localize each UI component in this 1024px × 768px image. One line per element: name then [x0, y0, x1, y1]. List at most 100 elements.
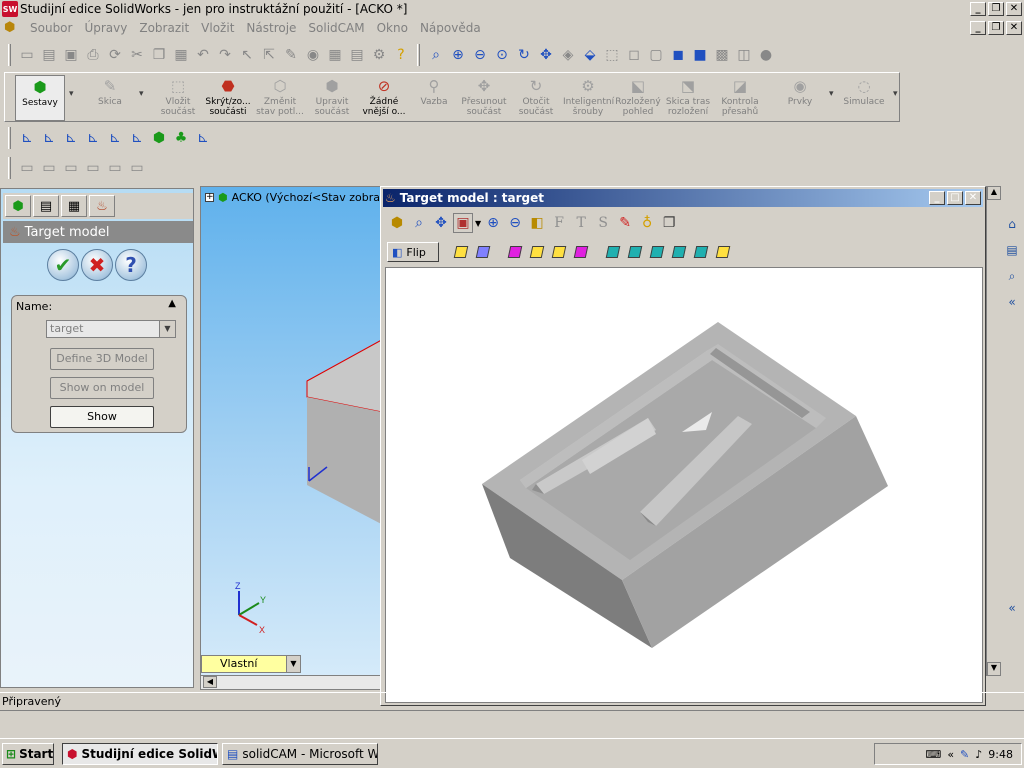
menu-soubor[interactable]: Soubor [24, 21, 78, 35]
cmd-button-2[interactable]: ⬚ Vložit součást [153, 75, 203, 121]
show-on-model-button[interactable]: Show on model [50, 377, 154, 399]
help-icon[interactable]: ? [391, 45, 411, 65]
configuration-tab-icon[interactable]: ▦ [61, 195, 87, 217]
tray-tool-icon[interactable]: ✎ [960, 748, 969, 761]
toolbar-grip-3[interactable] [8, 157, 11, 179]
yellow-cube-icon-3[interactable] [715, 246, 731, 258]
show-button[interactable]: Show [50, 406, 154, 428]
doc-close-button[interactable]: ✕ [1006, 21, 1022, 35]
magenta-cube-icon-1[interactable] [507, 246, 523, 258]
rebuild-icon[interactable]: ⟳ [105, 45, 125, 65]
layer-icon-6[interactable]: ▭ [127, 158, 147, 178]
target-maximize-button[interactable]: □ [947, 191, 963, 205]
green-cube-icon[interactable]: ⬢ [149, 128, 169, 148]
target-model-3d-view[interactable] [386, 268, 982, 702]
table-icon[interactable]: ▤ [347, 45, 367, 65]
toolbar-grip[interactable] [8, 44, 11, 66]
axis-zx-icon[interactable]: ⊾ [39, 128, 59, 148]
select-icon[interactable]: ↖ [237, 45, 257, 65]
section-view-icon[interactable]: ◫ [734, 45, 754, 65]
yellow-magenta-cube-icon[interactable] [529, 246, 545, 258]
top-view-icon[interactable]: T [571, 213, 591, 233]
axis-xz-icon[interactable]: ⊾ [17, 128, 37, 148]
cmd-dropdown-chevron-icon[interactable]: ▾ [829, 89, 834, 99]
color-picker-icon[interactable]: ✎ [615, 213, 635, 233]
menu-nastroje[interactable]: Nástroje [240, 21, 302, 35]
menu-napoveda[interactable]: Nápověda [414, 21, 487, 35]
cmd-dropdown-chevron-icon[interactable]: ▾ [893, 89, 898, 99]
minimize-button[interactable]: _ [970, 2, 986, 16]
cmd-button-0[interactable]: ⬢ Sestavy [15, 75, 65, 121]
teal-cube-icon-1[interactable] [605, 246, 621, 258]
view-orientation-select[interactable]: Vlastní ▼ [201, 655, 301, 673]
box-view-icon[interactable]: ◧ [527, 213, 547, 233]
standard-views-icon[interactable]: ⬙ [580, 45, 600, 65]
menu-upravy[interactable]: Úpravy [78, 21, 133, 35]
layer-icon-5[interactable]: ▭ [105, 158, 125, 178]
zoom-out-icon[interactable]: ⊖ [505, 213, 525, 233]
start-button[interactable]: ⊞ Start [2, 742, 54, 765]
axis-xy-icon[interactable]: ⊾ [105, 128, 125, 148]
doc-minimize-button[interactable]: _ [970, 21, 986, 35]
collapse-caret-icon[interactable]: ▲ [168, 298, 176, 309]
speaker-icon[interactable]: ♪ [975, 748, 982, 761]
teal-cube-icon-3[interactable] [649, 246, 665, 258]
cmd-button-7[interactable]: ⚲ Vazba [409, 75, 459, 121]
paste-icon[interactable]: ▦ [171, 45, 191, 65]
document-icon[interactable]: ⬢ [4, 20, 20, 36]
teal-cube-icon-2[interactable] [627, 246, 643, 258]
help-button[interactable]: ? [115, 249, 147, 281]
open-icon[interactable]: ▤ [39, 45, 59, 65]
cmd-button-6[interactable]: ⊘ Žádné vnější o... [359, 75, 409, 121]
cut-icon[interactable]: ✂ [127, 45, 147, 65]
hidden-lines-visible-icon[interactable]: ◻ [624, 45, 644, 65]
graphics-viewport[interactable]: + ⬢ ACKO (Výchozí<Stav zobrazení-1>) Z Y… [200, 186, 387, 690]
cmd-button-9[interactable]: ↻ Otočit součást [511, 75, 561, 121]
zoom-icon[interactable]: ⌕ [409, 213, 429, 233]
vertical-scrollbar[interactable]: ▲ ▼ [986, 186, 1002, 676]
menu-zobrazit[interactable]: Zobrazit [133, 21, 195, 35]
scroll-up-icon[interactable]: ▲ [987, 186, 1001, 200]
zoom-selection-icon[interactable]: ⊙ [492, 45, 512, 65]
layer-icon-4[interactable]: ▭ [83, 158, 103, 178]
file-explorer-icon[interactable]: ⌕ [1002, 266, 1022, 286]
solidcam-tab-icon[interactable]: ♨ [89, 195, 115, 217]
task-word[interactable]: ▤ solidCAM - Microsoft Word [222, 742, 378, 765]
chevron-down-icon[interactable]: ▼ [159, 321, 175, 337]
zoom-in-out-icon[interactable]: ⊖ [470, 45, 490, 65]
cmd-dropdown-chevron-icon[interactable]: ▾ [69, 89, 74, 99]
cmd-button-4[interactable]: ⬡ Změnit stav potl... [255, 75, 305, 121]
zoom-window-icon[interactable]: ⊕ [448, 45, 468, 65]
property-manager-tab-icon[interactable]: ▤ [33, 195, 59, 217]
pan-move-icon[interactable]: ✥ [431, 213, 451, 233]
options-icon[interactable]: ⚙ [369, 45, 389, 65]
define-3d-model-button[interactable]: Define 3D Model [50, 348, 154, 370]
target-window-title-bar[interactable]: ♨ Target model : target _ □ ✕ [383, 189, 983, 207]
cmd-button-14[interactable]: ◉ Prvky [775, 75, 825, 121]
side-view-icon[interactable]: S [593, 213, 613, 233]
cmd-button-13[interactable]: ◪ Kontrola přesahů [715, 75, 765, 121]
copy-icon[interactable]: ❐ [149, 45, 169, 65]
menu-okno[interactable]: Okno [371, 21, 414, 35]
restore-button[interactable]: ❐ [988, 2, 1004, 16]
scroll-down-icon[interactable]: ▼ [987, 662, 1001, 676]
shaded-icon[interactable]: ■ [690, 45, 710, 65]
menu-vlozit[interactable]: Vložit [195, 21, 240, 35]
axis-yz-icon[interactable]: ⊾ [127, 128, 147, 148]
zoom-fit-icon[interactable]: ⌕ [426, 45, 446, 65]
cmd-button-3[interactable]: ⬣ Skrýt/zo... součásti [203, 75, 253, 121]
tray-expand-icon[interactable]: « [947, 748, 954, 761]
close-button[interactable]: ✕ [1006, 2, 1022, 16]
collapse-left-icon[interactable]: « [1002, 292, 1022, 312]
new-icon[interactable]: ▭ [17, 45, 37, 65]
teal-cube-icon-4[interactable] [671, 246, 687, 258]
target-minimize-button[interactable]: _ [929, 191, 945, 205]
hidden-lines-removed-icon[interactable]: ▢ [646, 45, 666, 65]
target-close-button[interactable]: ✕ [965, 191, 981, 205]
cmd-button-10[interactable]: ⚙ Inteligentní šrouby [563, 75, 614, 121]
save-icon[interactable]: ▣ [61, 45, 81, 65]
layer-icon-2[interactable]: ▭ [39, 158, 59, 178]
grid-icon[interactable]: ▦ [325, 45, 345, 65]
cmd-button-12[interactable]: ⬔ Skica tras rozložení [663, 75, 713, 121]
shaded-edges-icon[interactable]: ◼ [668, 45, 688, 65]
